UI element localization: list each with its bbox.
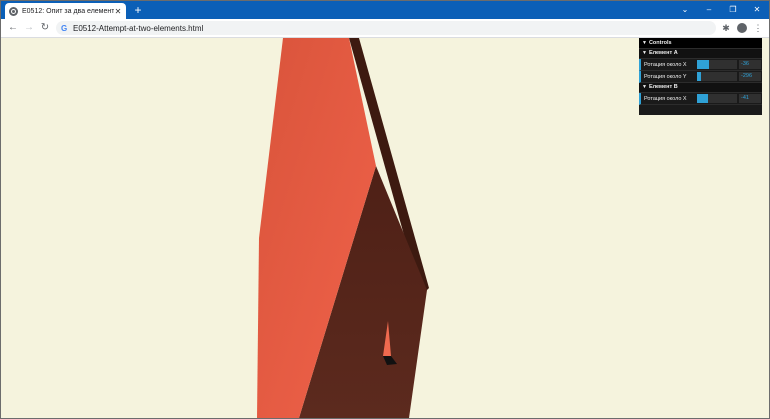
rotation-x-value[interactable]: -36	[739, 60, 761, 69]
folder-element-a[interactable]: ▼ Елемент А	[639, 49, 762, 59]
profile-avatar[interactable]	[737, 23, 747, 33]
slider-fill	[697, 72, 701, 81]
control-row: Ротация около X -36	[639, 59, 762, 71]
minimize-button[interactable]: –	[697, 1, 721, 19]
toolbar-actions: ✱ ⋮	[717, 21, 765, 35]
slider-fill	[697, 60, 709, 69]
control-label: Ротация около X	[644, 61, 687, 68]
title-bar: E0512: Опит за два елемента ✕ + ⌄ – ❐ ✕	[1, 1, 769, 19]
window-controls: ⌄ – ❐ ✕	[673, 1, 769, 19]
controls-title: Controls	[648, 40, 672, 46]
restore-button[interactable]: ❐	[721, 1, 745, 19]
back-icon[interactable]: ←	[6, 21, 20, 35]
rotation-x-slider[interactable]	[697, 60, 737, 69]
menu-icon[interactable]: ⋮	[751, 21, 765, 35]
control-row: Ротация около Y -296	[639, 71, 762, 83]
controls-header[interactable]: ▼ Controls	[639, 38, 762, 49]
tab-title: E0512: Опит за два елемента	[22, 7, 114, 15]
chevron-down-icon: ▼	[642, 40, 647, 46]
rotation-x-value[interactable]: -41	[739, 94, 761, 103]
control-label: Ротация около Y	[644, 73, 687, 80]
extensions-icon[interactable]: ✱	[719, 21, 733, 35]
url-text[interactable]: E0512-Attempt-at-two-elements.html	[73, 24, 203, 33]
rotation-y-slider[interactable]	[697, 72, 737, 81]
folder-title: Елемент B	[648, 84, 678, 90]
rotation-y-value[interactable]: -296	[739, 72, 761, 81]
browser-toolbar: ← → ↻ G E0512-Attempt-at-two-elements.ht…	[1, 19, 769, 38]
chevron-down-icon: ▼	[642, 50, 647, 56]
control-label: Ротация около X	[644, 95, 687, 102]
controls-panel: ▼ Controls ▼ Елемент А Ротация около X -36…	[639, 38, 762, 115]
new-tab-button[interactable]: +	[131, 3, 145, 17]
address-bar[interactable]: G E0512-Attempt-at-two-elements.html	[56, 21, 716, 35]
tab-search-icon[interactable]: ⌄	[673, 1, 697, 19]
close-window-button[interactable]: ✕	[745, 1, 769, 19]
google-icon: G	[61, 23, 68, 33]
reload-icon[interactable]: ↻	[38, 21, 52, 35]
folder-title: Елемент А	[648, 50, 678, 56]
browser-tab[interactable]: E0512: Опит за два елемента ✕	[5, 3, 126, 19]
browser-window: E0512: Опит за два елемента ✕ + ⌄ – ❐ ✕ …	[0, 0, 770, 419]
slider-fill	[697, 94, 708, 103]
control-row: Ротация около X -41	[639, 93, 762, 105]
rotation-x-slider[interactable]	[697, 94, 737, 103]
forward-icon[interactable]: →	[22, 21, 36, 35]
globe-icon	[9, 6, 18, 16]
folder-element-b[interactable]: ▼ Елемент B	[639, 83, 762, 93]
chevron-down-icon: ▼	[642, 84, 647, 90]
close-tab-icon[interactable]: ✕	[114, 7, 122, 16]
